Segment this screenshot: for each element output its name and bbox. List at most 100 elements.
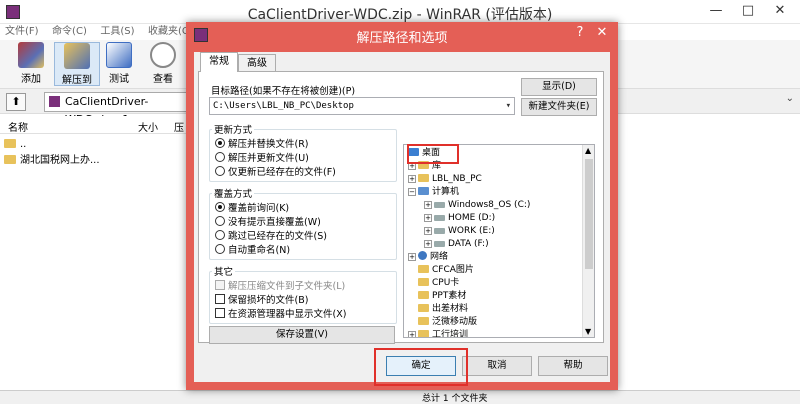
update-mode-title: 更新方式 (214, 125, 253, 136)
checkbox-icon (215, 280, 225, 290)
radio-fresh-existing[interactable]: 仅更新已经存在的文件(F) (215, 166, 336, 180)
target-path-input[interactable]: C:\Users\LBL_NB_PC\Desktop ▾ (209, 97, 515, 115)
minimize-button[interactable]: — (700, 0, 732, 22)
extract-to-icon (64, 43, 90, 69)
radio-auto-rename[interactable]: 自动重命名(N) (215, 244, 290, 258)
radio-skip-existing[interactable]: 跳过已经存在的文件(S) (215, 230, 327, 244)
expand-icon[interactable]: + (408, 331, 416, 337)
tree-item-drive-e[interactable]: + WORK (E:) (424, 225, 495, 238)
save-settings-button[interactable]: 保存设置(V) (209, 326, 395, 344)
drive-icon (434, 202, 445, 208)
status-text: 总计 1 个文件夹 (422, 394, 488, 404)
tree-item-drive-c[interactable]: + Windows8_OS (C:) (424, 199, 530, 212)
maximize-button[interactable]: □ (732, 0, 764, 22)
expand-icon[interactable]: + (408, 253, 416, 261)
test-button-label: 测试 (109, 74, 129, 85)
folder-icon (418, 304, 429, 312)
chevron-down-icon[interactable]: ⌄ (786, 93, 794, 104)
expand-icon[interactable]: + (424, 214, 432, 222)
checkbox-label: 在资源管理器中显示文件(X) (228, 309, 347, 320)
general-tab-panel: 目标路径(如果不存在将被创建)(P) C:\Users\LBL_NB_PC\De… (198, 71, 604, 344)
show-button[interactable]: 显示(D) (521, 78, 597, 96)
radio-label: 跳过已经存在的文件(S) (228, 231, 327, 242)
checkbox-show-in-explorer[interactable]: 在资源管理器中显示文件(X) (215, 308, 346, 322)
overwrite-mode-title: 覆盖方式 (214, 189, 253, 200)
add-button[interactable]: 添加 (8, 42, 54, 86)
dialog-title: 解压路径和选项 (356, 31, 448, 46)
radio-label: 自动重命名(N) (228, 245, 291, 256)
dialog-close-button[interactable]: ✕ (592, 25, 612, 40)
help-button[interactable]: 帮助 (538, 356, 608, 376)
scroll-thumb[interactable] (585, 159, 593, 269)
folder-tree[interactable]: 桌面 + 库 + LBL_NB_PC − 计算机 + Windows8_OS (C:) … (403, 144, 595, 338)
list-item[interactable]: .. (4, 137, 26, 153)
col-name[interactable]: 名称 (8, 119, 28, 134)
status-bar: 总计 1 个文件夹 (0, 390, 800, 404)
target-path-label: 目标路径(如果不存在将被创建)(P) (211, 86, 356, 97)
expand-icon[interactable]: + (424, 201, 432, 209)
extract-to-button[interactable]: 解压到 (54, 42, 100, 86)
radio-ask-before[interactable]: 覆盖前询问(K) (215, 202, 289, 216)
expand-icon[interactable]: + (424, 240, 432, 248)
chevron-down-icon[interactable]: ▾ (506, 98, 511, 114)
tree-item-folder[interactable]: CFCA图片 (418, 264, 474, 277)
tree-item-label: 泛微移动版 (432, 317, 478, 327)
file-list-header: 名称 大小 压 (0, 116, 200, 134)
col-size[interactable]: 大小 (138, 119, 158, 134)
archive-path-field[interactable]: CaClientDriver-WDC.zip - 1 (44, 92, 194, 126)
folder-icon (418, 265, 429, 273)
cancel-button[interactable]: 取消 (462, 356, 532, 376)
tree-item-user[interactable]: + LBL_NB_PC (408, 173, 482, 186)
extract-to-button-label: 解压到 (62, 75, 92, 86)
dialog-help-button[interactable]: ? (570, 25, 590, 40)
tree-scrollbar[interactable]: ▲ ▼ (582, 145, 594, 337)
radio-overwrite-no-prompt[interactable]: 没有提示直接覆盖(W) (215, 216, 321, 230)
tree-item-label: CPU卡 (432, 278, 460, 288)
highlight-box-ok (374, 348, 468, 386)
tree-item-computer[interactable]: − 计算机 (408, 186, 459, 199)
close-button[interactable]: ✕ (764, 0, 796, 22)
tree-item-folder[interactable]: 泛微移动版 (418, 316, 477, 329)
expand-icon[interactable]: + (424, 227, 432, 235)
tree-item-label: 出差材料 (432, 304, 469, 314)
expand-icon[interactable]: + (408, 175, 416, 183)
tree-item-drive-d[interactable]: + HOME (D:) (424, 212, 495, 225)
folder-icon (418, 278, 429, 286)
menu-file[interactable]: 文件(F) (0, 24, 44, 40)
up-folder-button[interactable]: ⬆ (6, 93, 26, 111)
view-button[interactable]: 查看 (140, 42, 186, 86)
highlight-box-desktop (407, 144, 459, 164)
radio-label: 没有提示直接覆盖(W) (228, 217, 321, 228)
tab-advanced[interactable]: 高级 (238, 54, 276, 72)
tree-item-folder[interactable]: CPU卡 (418, 277, 459, 290)
tab-general[interactable]: 常规 (200, 52, 238, 72)
checkbox-label: 解压压缩文件到子文件夹(L) (228, 281, 346, 292)
tree-item-label: 工行培训 (432, 330, 469, 338)
scroll-up-icon[interactable]: ▲ (585, 146, 591, 155)
scroll-down-icon[interactable]: ▼ (585, 327, 591, 336)
checkbox-extract-to-subfolder[interactable]: 解压压缩文件到子文件夹(L) (215, 280, 345, 294)
tree-item-network[interactable]: + 网络 (408, 251, 448, 264)
radio-extract-update[interactable]: 解压并更新文件(U) (215, 152, 309, 166)
collapse-icon[interactable]: − (408, 188, 416, 196)
tree-item-folder[interactable]: 出差材料 (418, 303, 468, 316)
folder-icon (418, 317, 429, 325)
archive-icon (49, 96, 60, 107)
list-item[interactable]: 湖北国税网上办... (4, 153, 100, 169)
tree-item-drive-f[interactable]: + DATA (F:) (424, 238, 489, 251)
radio-label: 覆盖前询问(K) (228, 203, 290, 214)
menu-tools[interactable]: 工具(S) (95, 24, 139, 40)
new-folder-button[interactable]: 新建文件夹(E) (521, 98, 597, 116)
tree-item-folder[interactable]: + 工行培训 (408, 329, 469, 338)
view-button-label: 查看 (153, 74, 173, 85)
col-packed[interactable]: 压 (174, 119, 184, 134)
extract-options-dialog: 解压路径和选项 ? ✕ 常规 高级 目标路径(如果不存在将被创建)(P) C:\… (186, 22, 618, 390)
checkbox-keep-broken[interactable]: 保留损坏的文件(B) (215, 294, 308, 308)
menu-commands[interactable]: 命令(C) (47, 24, 92, 40)
radio-icon (215, 152, 225, 162)
test-button[interactable]: 测试 (96, 42, 142, 86)
tree-item-label: LBL_NB_PC (432, 174, 482, 184)
target-path-value: C:\Users\LBL_NB_PC\Desktop (213, 101, 354, 111)
radio-extract-replace[interactable]: 解压并替换文件(R) (215, 138, 309, 152)
tree-item-folder[interactable]: PPT素材 (418, 290, 466, 303)
